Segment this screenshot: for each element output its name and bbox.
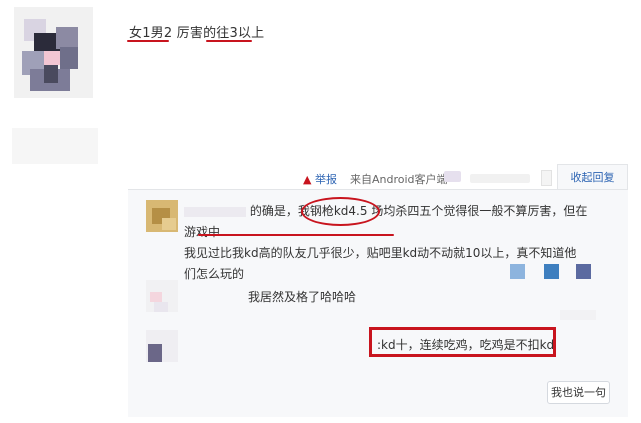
collapse-replies-button[interactable]: 收起回复 (557, 164, 628, 190)
comment-avatar[interactable] (146, 330, 178, 362)
blurred-commenter-name (184, 206, 246, 217)
box-annotation (369, 327, 556, 357)
comment-avatar[interactable] (146, 200, 178, 232)
comment-text: 的确是，我钢枪kd4.5 场均杀四五个觉得很一般不算厉害，但在 游戏中我见过比我… (184, 204, 588, 281)
blurred-timestamp (470, 174, 530, 183)
report-link[interactable]: 举报 (315, 173, 337, 186)
poster-sidebar (0, 0, 111, 423)
source-label: 来自Android客户端 (349, 173, 448, 186)
blurred-timestamp (560, 310, 596, 320)
blurred-floor-info (444, 171, 461, 182)
comment-text: 我居然及格了哈哈哈 (248, 290, 357, 304)
underline-annotation (198, 234, 394, 236)
poster-name-blurred (12, 128, 98, 164)
underline-annotation (206, 40, 252, 42)
underline-annotation (127, 40, 169, 42)
blurred-thumbnail (510, 264, 525, 279)
blurred-thumbnail (544, 264, 559, 279)
post-content: 女1男2 厉害的往3以上 (129, 26, 265, 41)
post-meta-row: ▲ 举报 来自Android客户端 (303, 171, 448, 187)
report-icon: ▲ (303, 173, 312, 186)
circle-annotation (301, 197, 380, 226)
comment-avatar[interactable] (146, 280, 178, 312)
poster-avatar[interactable] (14, 7, 93, 98)
scroll-handle[interactable] (541, 170, 552, 186)
reply-button[interactable]: 我也说一句 (547, 381, 610, 404)
blurred-thumbnail (576, 264, 591, 279)
